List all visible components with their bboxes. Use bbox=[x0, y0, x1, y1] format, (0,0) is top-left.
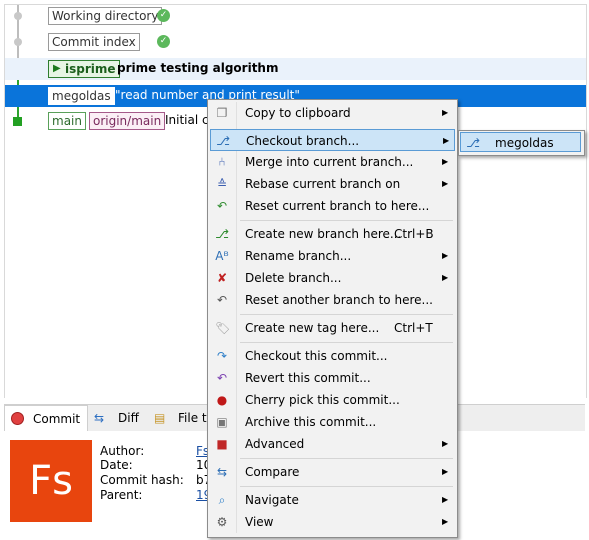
branch-tag-megoldas: megoldas bbox=[48, 87, 115, 105]
menu-item-advanced[interactable]: ■ Advanced ▶ bbox=[210, 433, 455, 455]
graph-row-commit-index[interactable]: Commit index ✓ bbox=[5, 31, 586, 53]
play-icon: ▶ bbox=[53, 63, 61, 74]
menu-item-revert-commit[interactable]: ↶ Revert this commit... bbox=[210, 367, 455, 389]
submenu-arrow-icon: ▶ bbox=[442, 439, 449, 448]
hash-label: Commit hash: bbox=[100, 473, 184, 487]
submenu-arrow-icon: ▶ bbox=[442, 179, 449, 188]
branch-tag-main: main bbox=[48, 112, 86, 130]
menu-item-checkout-commit[interactable]: ↷ Checkout this commit... bbox=[210, 345, 455, 367]
graph-row-isprime[interactable]: ▶ isprime prime testing algorithm bbox=[5, 58, 586, 80]
tab-commit[interactable]: Commit bbox=[4, 405, 88, 432]
commit-icon bbox=[11, 412, 24, 425]
submenu-arrow-icon: ▶ bbox=[442, 157, 449, 166]
menu-item-compare[interactable]: ⇆ Compare ▶ bbox=[210, 461, 455, 483]
menu-item-rename-branch[interactable]: Aᴮ Rename branch... ▶ bbox=[210, 245, 455, 267]
rename-branch-icon: Aᴮ bbox=[215, 249, 229, 263]
avatar: Fs bbox=[10, 440, 92, 522]
menu-item-reset-current[interactable]: ↶ Reset current branch to here... bbox=[210, 195, 455, 217]
menu-separator bbox=[240, 314, 453, 315]
check-icon: ✓ bbox=[157, 9, 170, 22]
compare-icon: ⇆ bbox=[216, 465, 228, 479]
menu-separator bbox=[240, 486, 453, 487]
submenu-item-megoldas[interactable]: ⎇ megoldas bbox=[460, 132, 581, 152]
submenu-arrow-icon: ▶ bbox=[442, 273, 449, 282]
tab-file-tree[interactable]: ▤ File tr bbox=[150, 405, 212, 431]
menu-separator bbox=[240, 342, 453, 343]
parent-label: Parent: bbox=[100, 488, 143, 502]
menu-item-view[interactable]: ⚙ View ▶ bbox=[210, 511, 455, 533]
menu-item-rebase[interactable]: ≙ Rebase current branch on ▶ bbox=[210, 173, 455, 195]
menu-item-copy-to-clipboard[interactable]: ❐ Copy to clipboard ▶ bbox=[210, 102, 455, 124]
commit-message: prime testing algorithm bbox=[117, 61, 279, 75]
date-label: Date: bbox=[100, 458, 133, 472]
delete-branch-icon: ✘ bbox=[216, 271, 228, 285]
checkout-branch-submenu: ⎇ megoldas bbox=[458, 130, 585, 156]
view-icon: ⚙ bbox=[216, 515, 228, 529]
reset-icon: ↶ bbox=[216, 199, 228, 213]
menu-item-create-tag[interactable]: 🏷 Create new tag here... Ctrl+T bbox=[210, 317, 455, 339]
rebase-icon: ≙ bbox=[216, 177, 228, 191]
menu-separator bbox=[240, 458, 453, 459]
menu-item-delete-branch[interactable]: ✘ Delete branch... ▶ bbox=[210, 267, 455, 289]
menu-separator bbox=[240, 220, 453, 221]
tab-diff[interactable]: ⇆ Diff bbox=[90, 405, 146, 431]
tag-icon: 🏷 bbox=[215, 321, 231, 335]
diff-icon: ⇆ bbox=[94, 411, 105, 425]
submenu-arrow-icon: ▶ bbox=[442, 517, 449, 526]
submenu-arrow-icon: ▶ bbox=[443, 136, 450, 145]
checkout-icon: ⎇ bbox=[216, 134, 230, 148]
submenu-arrow-icon: ▶ bbox=[442, 251, 449, 260]
copy-icon: ❐ bbox=[216, 106, 228, 120]
submenu-arrow-icon: ▶ bbox=[442, 467, 449, 476]
author-label: Author: bbox=[100, 444, 145, 458]
menu-item-merge[interactable]: ⑃ Merge into current branch... ▶ bbox=[210, 151, 455, 173]
checkout-commit-icon: ↷ bbox=[216, 349, 228, 363]
commit-index-tag: Commit index bbox=[48, 33, 140, 51]
menu-item-checkout-branch[interactable]: ⎇ Checkout branch... ▶ bbox=[210, 129, 455, 151]
cherry-icon: ● bbox=[216, 393, 228, 407]
archive-icon: ▣ bbox=[216, 415, 228, 429]
revert-icon: ↶ bbox=[216, 371, 228, 385]
menu-item-navigate[interactable]: ⌕ Navigate ▶ bbox=[210, 489, 455, 511]
menu-item-create-branch[interactable]: ⎇ Create new branch here... Ctrl+B bbox=[210, 223, 455, 245]
merge-icon: ⑃ bbox=[218, 155, 226, 169]
context-menu: ❐ Copy to clipboard ▶ ⎇ Checkout branch.… bbox=[207, 99, 458, 538]
new-branch-icon: ⎇ bbox=[215, 227, 229, 241]
menu-item-reset-another[interactable]: ↶ Reset another branch to here... bbox=[210, 289, 455, 311]
navigate-icon: ⌕ bbox=[218, 493, 226, 507]
toolbox-icon: ■ bbox=[216, 437, 228, 451]
submenu-arrow-icon: ▶ bbox=[442, 495, 449, 504]
reset-another-icon: ↶ bbox=[216, 293, 228, 307]
file-tree-icon: ▤ bbox=[154, 411, 166, 425]
branch-tag-isprime: ▶ isprime bbox=[48, 60, 120, 78]
submenu-arrow-icon: ▶ bbox=[442, 108, 449, 117]
check-icon: ✓ bbox=[157, 35, 170, 48]
working-directory-tag: Working directory bbox=[48, 7, 163, 25]
branch-icon: ⎇ bbox=[466, 136, 480, 150]
menu-item-cherry-pick[interactable]: ● Cherry pick this commit... bbox=[210, 389, 455, 411]
branch-tag-origin-main: origin/main bbox=[89, 112, 166, 130]
menu-item-archive-commit[interactable]: ▣ Archive this commit... bbox=[210, 411, 455, 433]
graph-row-working-directory[interactable]: Working directory ✓ bbox=[5, 5, 586, 27]
